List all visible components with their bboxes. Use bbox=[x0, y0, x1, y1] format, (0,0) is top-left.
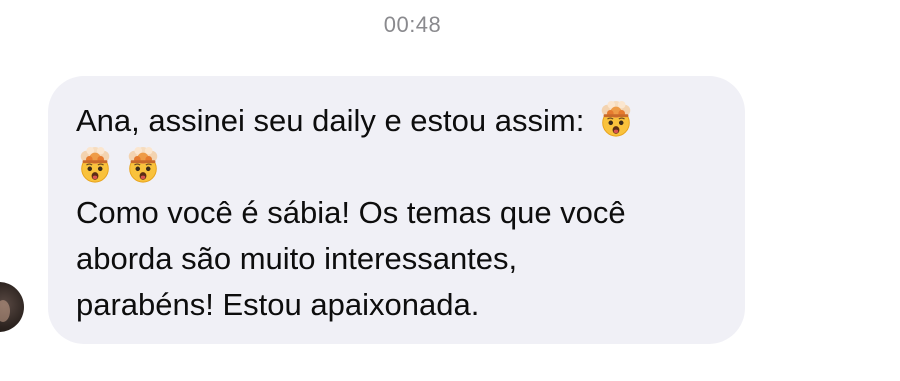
message-text-line1: Ana, assinei seu daily e estou assim: bbox=[76, 103, 585, 138]
emoji-row bbox=[76, 144, 717, 190]
message-text-line: Ana, assinei seu daily e estou assim: bbox=[76, 98, 717, 144]
message-text-line3: aborda são muito interessantes, bbox=[76, 241, 518, 276]
message-bubble[interactable]: Ana, assinei seu daily e estou assim: Co… bbox=[48, 76, 745, 344]
message-text-line4: parabéns! Estou apaixonada. bbox=[76, 287, 480, 322]
chat-screen: 00:48 Ana, assinei seu daily e estou ass… bbox=[0, 0, 900, 381]
message-text-line2: Como você é sábia! Os temas que você bbox=[76, 195, 626, 230]
exploding-head-icon bbox=[76, 146, 114, 184]
exploding-head-icon bbox=[597, 100, 635, 138]
avatar[interactable] bbox=[0, 282, 24, 332]
exploding-head-icon bbox=[124, 146, 162, 184]
message-timestamp: 00:48 bbox=[383, 12, 442, 37]
